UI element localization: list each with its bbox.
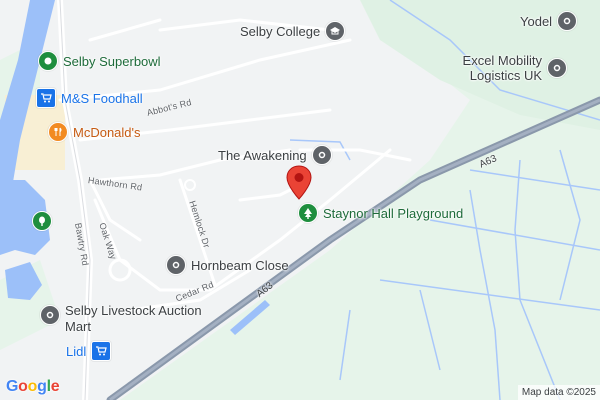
poi-selby-college[interactable]: Selby College	[240, 21, 346, 41]
logo-letter: o	[18, 378, 28, 395]
poi-label: Lidl	[66, 343, 87, 359]
poi-label: The Awakening	[218, 147, 307, 163]
shopping-cart-icon	[36, 88, 56, 108]
logo-letter: o	[27, 378, 38, 395]
poi-mcdonalds[interactable]: McDonald's	[48, 122, 141, 142]
poi-excel-mobility[interactable]: Excel Mobility Logistics UK	[450, 53, 567, 83]
logo-letter: g	[37, 378, 47, 395]
poi-label: Selby College	[240, 23, 321, 39]
poi-the-awakening[interactable]: The Awakening	[218, 145, 332, 165]
place-icon	[311, 145, 332, 165]
map-canvas[interactable]: Abbot's Rd Hawthorn Rd Oak Way Hemlock D…	[0, 0, 600, 400]
poi-label: Yodel	[520, 13, 553, 29]
place-icon	[166, 255, 186, 275]
poi-staynor-hall-playground[interactable]: Staynor Hall Playground	[298, 203, 463, 223]
poi-label: Selby Livestock Auction Mart	[65, 303, 202, 334]
poi-label: Selby Superbowl	[63, 53, 161, 69]
poi-label: Excel Mobility Logistics UK	[462, 53, 542, 83]
poi-ms-foodhall[interactable]: M&S Foodhall	[36, 88, 143, 108]
place-icon	[40, 305, 60, 325]
poi-park[interactable]	[32, 211, 57, 231]
bowling-icon	[38, 51, 58, 71]
poi-label: Hornbeam Close	[191, 257, 289, 273]
google-logo[interactable]: Google	[6, 378, 60, 396]
poi-label: McDonald's	[73, 124, 141, 140]
restaurant-icon	[48, 122, 68, 142]
poi-yodel[interactable]: Yodel	[520, 11, 578, 31]
shopping-cart-icon	[91, 341, 112, 361]
place-icon	[547, 58, 567, 78]
poi-label: Staynor Hall Playground	[323, 205, 464, 221]
poi-lidl[interactable]: Lidl	[66, 341, 112, 361]
poi-selby-superbowl[interactable]: Selby Superbowl	[38, 51, 161, 71]
map-attribution[interactable]: Map data ©2025	[517, 385, 600, 400]
location-pin-icon[interactable]	[286, 165, 312, 206]
logo-letter: G	[6, 378, 19, 395]
tree-icon	[298, 203, 318, 223]
school-icon	[325, 21, 346, 41]
poi-hornbeam-close[interactable]: Hornbeam Close	[166, 255, 289, 275]
poi-selby-livestock-auction-mart[interactable]: Selby Livestock Auction Mart	[40, 303, 205, 335]
logo-letter: e	[50, 378, 60, 395]
place-icon	[557, 11, 578, 31]
poi-label: M&S Foodhall	[61, 90, 143, 106]
park-icon	[32, 211, 52, 231]
